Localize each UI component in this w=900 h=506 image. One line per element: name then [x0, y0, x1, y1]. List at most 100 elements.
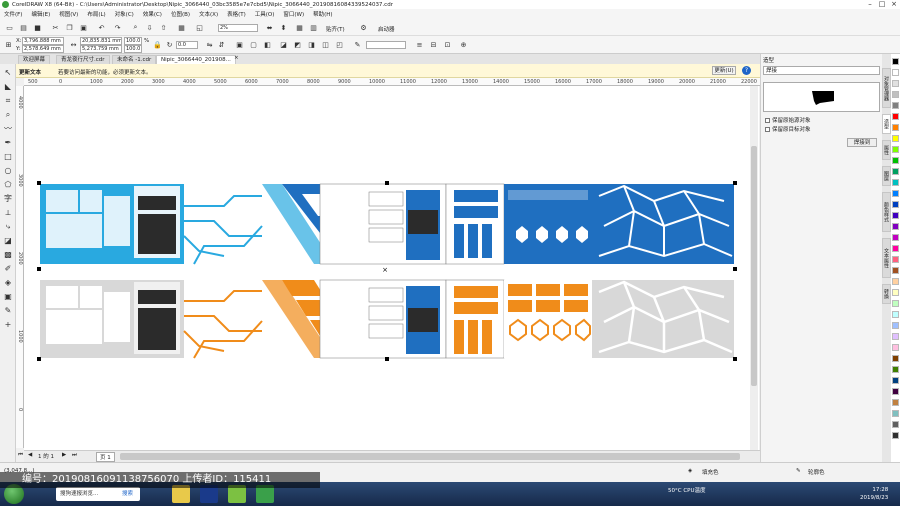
color-swatch[interactable]	[892, 410, 899, 417]
color-swatch[interactable]	[892, 157, 899, 164]
intersect-icon[interactable]: ◨	[306, 39, 317, 50]
color-swatch[interactable]	[892, 234, 899, 241]
color-swatch[interactable]	[892, 135, 899, 142]
color-swatch[interactable]	[892, 91, 899, 98]
color-swatch[interactable]	[892, 322, 899, 329]
tab-properties[interactable]: 属性	[882, 140, 891, 160]
lock-ratio-icon[interactable]: 🔒	[152, 39, 163, 50]
color-swatch[interactable]	[892, 355, 899, 362]
close-button[interactable]: ×	[888, 0, 900, 9]
tab-text-properties[interactable]: 文本属性	[882, 238, 891, 278]
color-swatch[interactable]	[892, 113, 899, 120]
color-swatch[interactable]	[892, 245, 899, 252]
vertical-scroll-thumb[interactable]	[751, 146, 757, 386]
color-swatch[interactable]	[892, 179, 899, 186]
horizontal-scrollbar[interactable]	[24, 450, 760, 462]
weld-to-button[interactable]: 焊接到	[847, 138, 877, 147]
color-swatch[interactable]	[892, 377, 899, 384]
menu-tools[interactable]: 工具(O)	[255, 10, 275, 18]
color-swatch[interactable]	[892, 102, 899, 109]
taskbar-search-button[interactable]: 搜索	[122, 489, 133, 497]
simplify-icon[interactable]: ◫	[320, 39, 331, 50]
prev-page-icon[interactable]: ◀	[28, 452, 32, 458]
save-icon[interactable]: ■	[32, 22, 43, 33]
trim-icon[interactable]: ◩	[292, 39, 303, 50]
color-swatch[interactable]	[892, 124, 899, 131]
menu-edit[interactable]: 编辑(E)	[31, 10, 50, 18]
menu-text[interactable]: 文本(X)	[199, 10, 218, 18]
menu-layout[interactable]: 布局(L)	[87, 10, 105, 18]
pick-tool-icon[interactable]: ↖	[3, 68, 13, 78]
color-swatch[interactable]	[892, 388, 899, 395]
menu-table[interactable]: 表格(T)	[227, 10, 246, 18]
color-swatch[interactable]	[892, 278, 899, 285]
pdf-icon[interactable]: ▦	[176, 22, 187, 33]
keep-target-checkbox[interactable]: 保留原目标对象	[765, 125, 811, 133]
transparency-tool-icon[interactable]: ▩	[3, 250, 13, 260]
close-tab-icon[interactable]: ×	[234, 55, 239, 61]
outline-pen-icon[interactable]: ✎	[352, 39, 363, 50]
combine-icon[interactable]: ◧	[262, 39, 273, 50]
drop-shadow-icon[interactable]: ◪	[3, 236, 13, 246]
guides-icon[interactable]: ▥	[308, 22, 319, 33]
page-width-icon[interactable]: ⬌	[264, 22, 275, 33]
color-swatch[interactable]	[892, 201, 899, 208]
front-minus-back-icon[interactable]: ◰	[334, 39, 345, 50]
tab-untitled[interactable]: 未命名 -1.cdr	[112, 55, 157, 64]
import-icon[interactable]: ⇩	[144, 22, 155, 33]
color-swatch[interactable]	[892, 311, 899, 318]
color-swatch[interactable]	[892, 289, 899, 296]
color-swatch[interactable]	[892, 256, 899, 263]
group-icon[interactable]: ▣	[234, 39, 245, 50]
quick-customize-icon[interactable]: ⊕	[458, 39, 469, 50]
help-icon[interactable]: ?	[742, 66, 751, 75]
page-tab-1[interactable]: 页 1	[96, 452, 115, 462]
menu-object[interactable]: 对象(C)	[115, 10, 134, 18]
freehand-tool-icon[interactable]: 〰	[3, 124, 13, 134]
first-page-icon[interactable]: ⏮	[18, 452, 23, 459]
width-field[interactable]: 20,835.831 mm	[80, 37, 122, 45]
color-swatch[interactable]	[892, 399, 899, 406]
ungroup-icon[interactable]: ▢	[248, 39, 259, 50]
color-swatch[interactable]	[892, 212, 899, 219]
color-swatch[interactable]	[892, 69, 899, 76]
full-screen-icon[interactable]: ◱	[194, 22, 205, 33]
outline-color-icon[interactable]: ✎	[796, 468, 801, 474]
color-swatch[interactable]	[892, 146, 899, 153]
color-swatch[interactable]	[892, 366, 899, 373]
drawing-canvas[interactable]: ×	[24, 86, 759, 450]
tab-transform[interactable]: 转换	[882, 284, 891, 304]
tab-color-styles[interactable]: 颜色样式	[882, 192, 891, 232]
smart-fill-icon[interactable]: ▣	[3, 292, 13, 302]
color-swatch[interactable]	[892, 223, 899, 230]
zoom-tool-icon[interactable]: ⌕	[3, 110, 13, 120]
crop-tool-icon[interactable]: ⌗	[3, 96, 13, 106]
menu-effects[interactable]: 效果(C)	[143, 10, 162, 18]
menu-window[interactable]: 窗口(W)	[283, 10, 304, 18]
artistic-media-icon[interactable]: ✒	[3, 138, 13, 148]
height-field[interactable]: 5,273.759 mm	[80, 45, 122, 53]
launch-dropdown[interactable]: 启动器	[378, 25, 395, 33]
object-origin-icon[interactable]: ⊞	[3, 39, 14, 50]
undo-icon[interactable]: ↶	[96, 22, 107, 33]
mirror-vertical-icon[interactable]: ⇵	[216, 39, 227, 50]
zoom-level-field[interactable]: 2%	[218, 24, 258, 32]
keep-source-checkbox[interactable]: 保留原始源对象	[765, 116, 811, 124]
scale-x-field[interactable]: 100.0	[124, 37, 142, 45]
outline-tool-icon[interactable]: ✎	[3, 306, 13, 316]
shape-tool-icon[interactable]: ◣	[3, 82, 13, 92]
weld-icon[interactable]: ◪	[278, 39, 289, 50]
color-swatch[interactable]	[892, 421, 899, 428]
export-icon[interactable]: ⇧	[158, 22, 169, 33]
rotation-angle-field[interactable]: 0.0	[176, 41, 198, 49]
last-page-icon[interactable]: ⏭	[72, 452, 77, 459]
outline-width-field[interactable]	[366, 41, 406, 49]
color-swatch[interactable]	[892, 267, 899, 274]
new-document-icon[interactable]: ▭	[4, 22, 15, 33]
color-swatch[interactable]	[892, 190, 899, 197]
wrap-text-icon[interactable]: ≡	[414, 39, 425, 50]
tab-shaping[interactable]: 造型	[882, 114, 891, 134]
add-tool-icon[interactable]: +	[3, 320, 13, 330]
color-swatch[interactable]	[892, 432, 899, 439]
scale-y-field[interactable]: 100.0	[124, 45, 142, 53]
